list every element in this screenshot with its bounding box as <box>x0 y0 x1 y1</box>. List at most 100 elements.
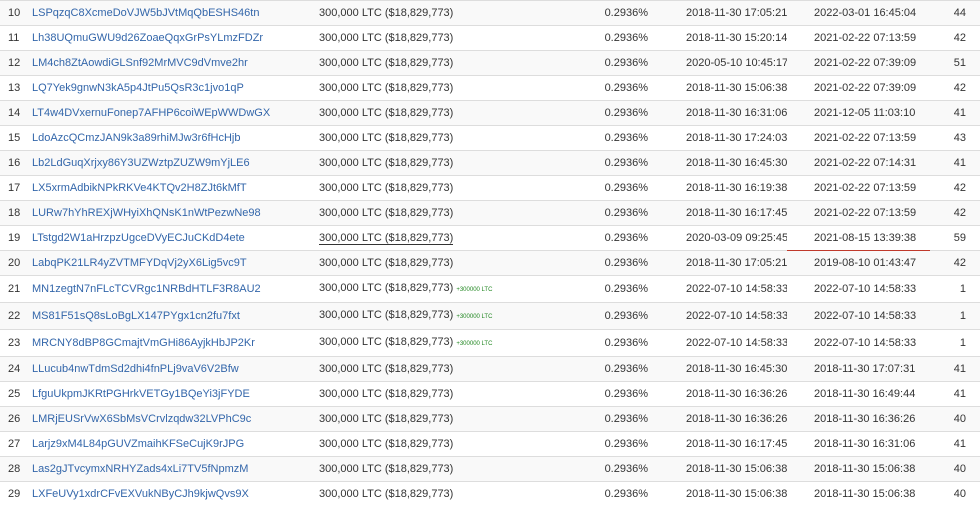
balance-cell: 300,000 LTC ($18,829,773)+300000 LTC <box>315 303 570 330</box>
address-cell: LT4w4DVxernuFonep7AFHP6coiWEpWWDwGX <box>28 101 315 126</box>
first-in-cell: 2020-03-09 09:25:45 <box>652 226 787 251</box>
address-link[interactable]: LMRjEUSrVwX6SbMsVCrvlzqdw32LVPhC9c <box>32 413 251 425</box>
percent-cell: 0.2936% <box>570 330 652 357</box>
balance-value: 300,000 LTC ($18,829,773) <box>319 282 453 294</box>
percent-cell: 0.2936% <box>570 26 652 51</box>
percent-cell: 0.2936% <box>570 382 652 407</box>
balance-value: 300,000 LTC ($18,829,773) <box>319 363 453 375</box>
table-row: 23 MRCNY8dBP8GCmajtVmGHi86AyjkHbJP2Kr 300,… <box>0 330 980 357</box>
address-cell: LfguUkpmJKRtPGHrkVETGy1BQeYi3jFYDE <box>28 382 315 407</box>
address-cell: LTstgd2W1aHrzpzUgceDVyECJuCKdD4ete <box>28 226 315 251</box>
address-cell: Larjz9xM4L84pGUVZmaihKFSeCujK9rJPG <box>28 432 315 457</box>
rank-cell: 19 <box>0 226 28 251</box>
last-in-cell: 2018-11-30 16:31:06 <box>787 432 930 457</box>
percent-cell: 0.2936% <box>570 151 652 176</box>
first-in-cell: 2018-11-30 15:06:38 <box>652 76 787 101</box>
rank-cell: 28 <box>0 457 28 482</box>
address-link[interactable]: MRCNY8dBP8GCmajtVmGHi86AyjkHbJP2Kr <box>32 337 255 349</box>
first-in-cell: 2018-11-30 17:24:03 <box>652 126 787 151</box>
address-link[interactable]: MS81F51sQ8sLoBgLX147PYgx1cn2fu7fxt <box>32 310 240 322</box>
table-row: 16Lb2LdGuqXrjxy86Y3UZWztpZUZW9mYjLE6300,… <box>0 151 980 176</box>
address-link[interactable]: LM4ch8ZtAowdiGLSnf92MrMVC9dVmve2hr <box>32 57 248 69</box>
first-in-cell: 2018-11-30 16:31:06 <box>652 101 787 126</box>
table-row: 27Larjz9xM4L84pGUVZmaihKFSeCujK9rJPG300,… <box>0 432 980 457</box>
percent-cell: 0.2936% <box>570 226 652 251</box>
balance-value: 300,000 LTC ($18,829,773) <box>319 232 453 245</box>
rank-cell: 26 <box>0 407 28 432</box>
address-cell: Lh38UQmuGWU9d26ZoaeQqxGrPsYLmzFDZr <box>28 26 315 51</box>
address-link[interactable]: LTstgd2W1aHrzpzUgceDVyECJuCKdD4ete <box>32 232 245 244</box>
percent-cell: 0.2936% <box>570 201 652 226</box>
last-in-cell: 2022-07-10 14:58:33 <box>787 303 930 330</box>
percent-cell: 0.2936% <box>570 303 652 330</box>
percent-cell: 0.2936% <box>570 176 652 201</box>
address-link[interactable]: LX5xrmAdbikNPkRKVe4KTQv2H8ZJt6kMfT <box>32 182 247 194</box>
last-in-cell: 2018-11-30 16:49:44 <box>787 382 930 407</box>
table-row: 28 Las2gJTvcymxNRHYZads4xLi7TV5fNpmzM 300,… <box>0 457 980 482</box>
address-link[interactable]: LT4w4DVxernuFonep7AFHP6coiWEpWWDwGX <box>32 107 270 119</box>
first-in-cell: 2018-11-30 16:17:45 <box>652 432 787 457</box>
address-link[interactable]: LdoAzcQCmzJAN9k3a89rhiMJw3r6fHcHjb <box>32 132 240 144</box>
balance-value: 300,000 LTC ($18,829,773) <box>319 388 453 400</box>
last-in-cell: 2018-11-30 15:06:38 <box>787 482 930 506</box>
address-cell: LSPqzqC8XcmeDoVJW5bJVtMqQbESHS46tn <box>28 1 315 26</box>
last-in-cell: 2021-02-22 07:39:09 <box>787 76 930 101</box>
ins-count-cell: 42 <box>930 176 980 201</box>
address-link[interactable]: MN1zegtN7nFLcTCVRgc1NRBdHTLF3R8AU2 <box>32 283 261 295</box>
ins-count-cell: 1 <box>930 303 980 330</box>
balance-cell: 300,000 LTC ($18,829,773) <box>315 76 570 101</box>
ins-count-cell: 1 <box>930 330 980 357</box>
address-link[interactable]: LfguUkpmJKRtPGHrkVETGy1BQeYi3jFYDE <box>32 388 250 400</box>
address-link[interactable]: Las2gJTvcymxNRHYZads4xLi7TV5fNpmzM <box>32 463 248 475</box>
address-link[interactable]: LXFeUVy1xdrCFvEXVukNByCJh9kjwQvs9X <box>32 488 249 500</box>
rich-list-table: 10LSPqzqC8XcmeDoVJW5bJVtMqQbESHS46tn300,… <box>0 0 980 506</box>
address-link[interactable]: Lh38UQmuGWU9d26ZoaeQqxGrPsYLmzFDZr <box>32 32 263 44</box>
balance-cell: 300,000 LTC ($18,829,773) <box>315 151 570 176</box>
address-cell: LMRjEUSrVwX6SbMsVCrvlzqdw32LVPhC9c <box>28 407 315 432</box>
balance-value: 300,000 LTC ($18,829,773) <box>319 463 453 475</box>
last-in-cell: 2021-02-22 07:13:59 <box>787 26 930 51</box>
address-link[interactable]: LURw7hYhREXjWHyiXhQNsK1nWtPezwNe98 <box>32 207 261 219</box>
ins-count-cell: 42 <box>930 76 980 101</box>
rank-cell: 21 <box>0 276 28 303</box>
rank-cell: 14 <box>0 101 28 126</box>
address-cell: LXFeUVy1xdrCFvEXVukNByCJh9kjwQvs9X <box>28 482 315 506</box>
table-row: 25LfguUkpmJKRtPGHrkVETGy1BQeYi3jFYDE300,… <box>0 382 980 407</box>
percent-cell: 0.2936% <box>570 126 652 151</box>
address-link[interactable]: LLucub4nwTdmSd2dhi4fnPLj9vaV6V2Bfw <box>32 363 239 375</box>
ins-count-cell: 51 <box>930 51 980 76</box>
ins-count-cell: 41 <box>930 101 980 126</box>
first-in-cell: 2018-11-30 16:45:30 <box>652 151 787 176</box>
ins-count-cell: 1 <box>930 276 980 303</box>
percent-cell: 0.2936% <box>570 407 652 432</box>
first-in-cell: 2018-11-30 17:05:21 <box>652 1 787 26</box>
table-row: 21 MN1zegtN7nFLcTCVRgc1NRBdHTLF3R8AU2 300,… <box>0 276 980 303</box>
first-in-cell: 2018-11-30 16:17:45 <box>652 201 787 226</box>
percent-cell: 0.2936% <box>570 1 652 26</box>
percent-cell: 0.2936% <box>570 251 652 276</box>
table-row: 14LT4w4DVxernuFonep7AFHP6coiWEpWWDwGX300… <box>0 101 980 126</box>
balance-cell: 300,000 LTC ($18,829,773)+300000 LTC <box>315 276 570 303</box>
address-cell: Las2gJTvcymxNRHYZads4xLi7TV5fNpmzM <box>28 457 315 482</box>
balance-value: 300,000 LTC ($18,829,773) <box>319 157 453 169</box>
address-link[interactable]: Lb2LdGuqXrjxy86Y3UZWztpZUZW9mYjLE6 <box>32 157 250 169</box>
balance-cell: 300,000 LTC ($18,829,773) <box>315 382 570 407</box>
balance-cell: 300,000 LTC ($18,829,773) <box>315 1 570 26</box>
address-link[interactable]: LSPqzqC8XcmeDoVJW5bJVtMqQbESHS46tn <box>32 7 259 19</box>
balance-value: 300,000 LTC ($18,829,773) <box>319 257 453 269</box>
address-link[interactable]: Larjz9xM4L84pGUVZmaihKFSeCujK9rJPG <box>32 438 244 450</box>
balance-value: 300,000 LTC ($18,829,773) <box>319 336 453 348</box>
first-in-cell: 2022-07-10 14:58:33 <box>652 303 787 330</box>
address-link[interactable]: LQ7Yek9gnwN3kA5p4JtPu5QsR3c1jvo1qP <box>32 82 244 94</box>
table-row: 26LMRjEUSrVwX6SbMsVCrvlzqdw32LVPhC9c300,… <box>0 407 980 432</box>
balance-cell: 300,000 LTC ($18,829,773) <box>315 482 570 506</box>
address-link[interactable]: LabqPK21LR4yZVTMFYDqVj2yX6Lig5vc9T <box>32 257 247 269</box>
balance-value: 300,000 LTC ($18,829,773) <box>319 57 453 69</box>
rank-cell: 23 <box>0 330 28 357</box>
percent-cell: 0.2936% <box>570 432 652 457</box>
balance-cell: 300,000 LTC ($18,829,773) <box>315 51 570 76</box>
first-in-cell: 2018-11-30 16:19:38 <box>652 176 787 201</box>
ins-count-cell: 42 <box>930 251 980 276</box>
balance-cell: 300,000 LTC ($18,829,773) <box>315 176 570 201</box>
percent-cell: 0.2936% <box>570 357 652 382</box>
